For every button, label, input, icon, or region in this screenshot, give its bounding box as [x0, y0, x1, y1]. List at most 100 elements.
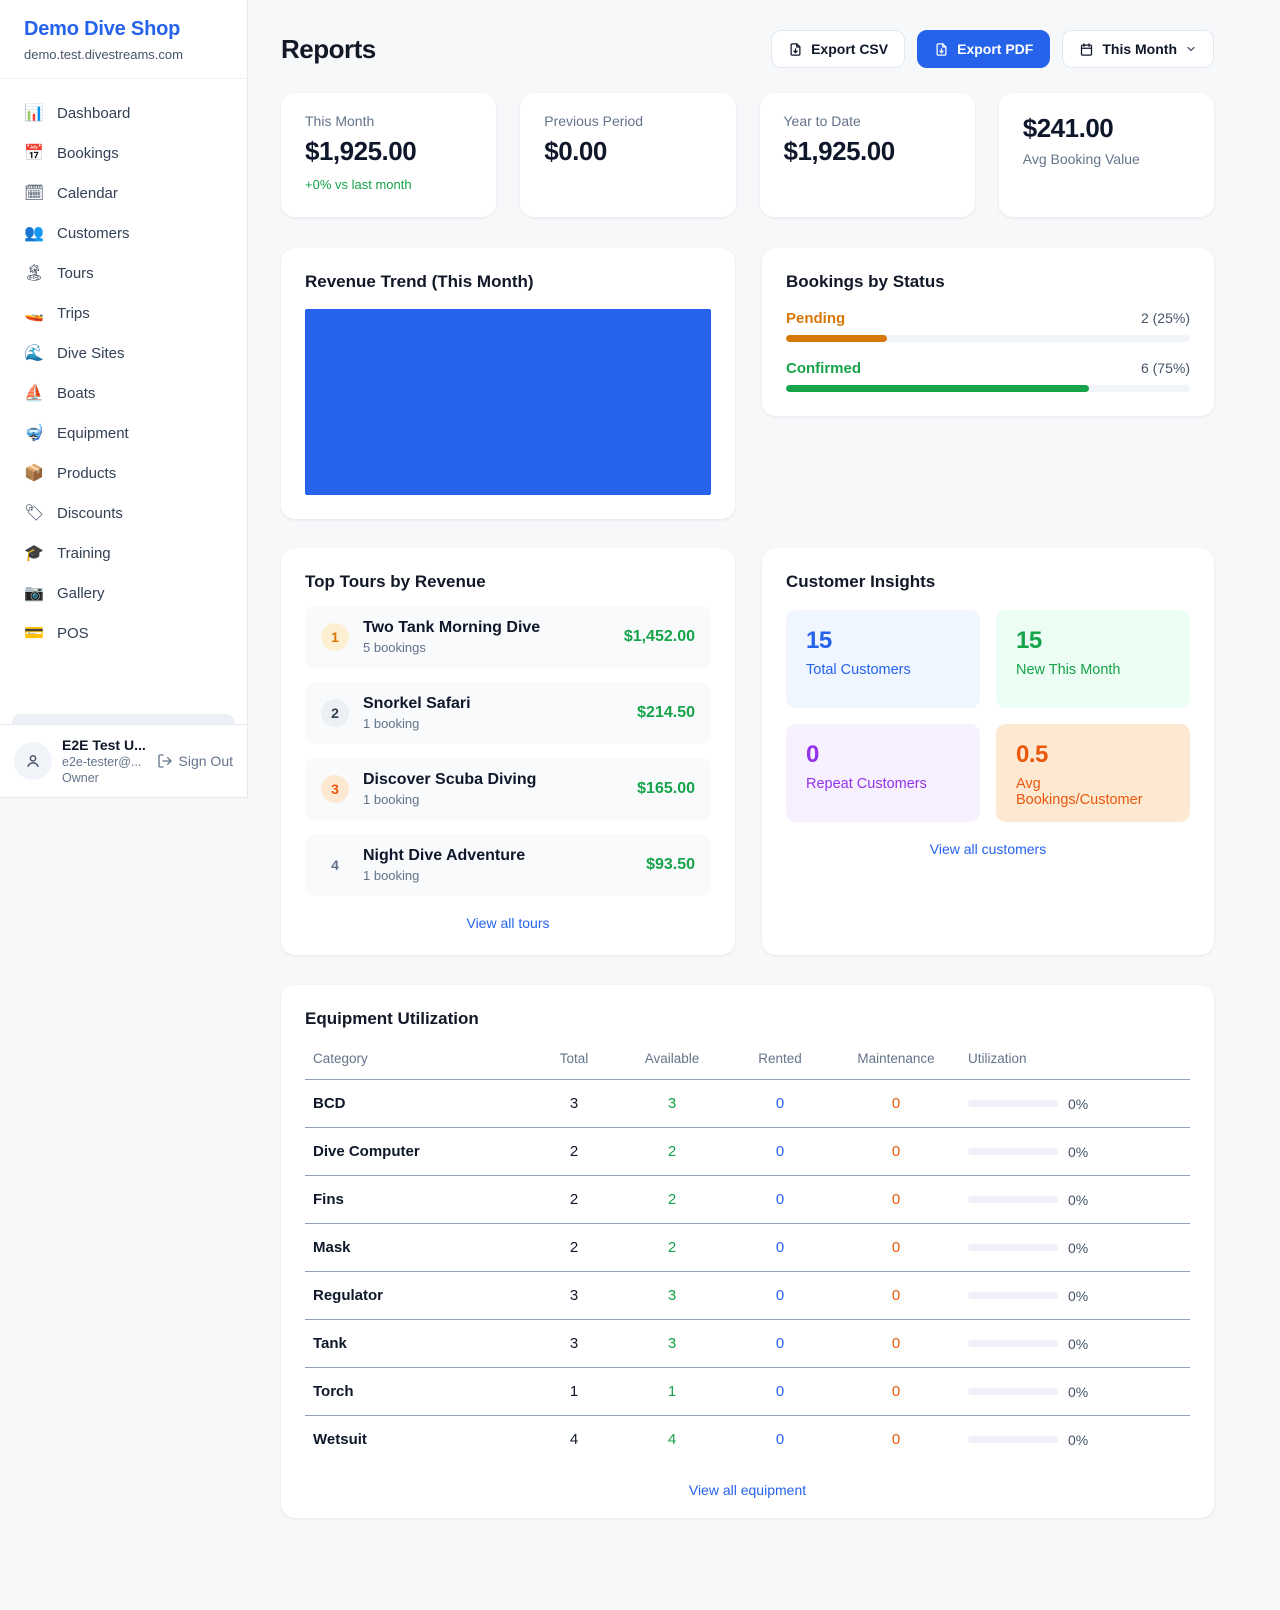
revenue-trend-card: Revenue Trend (This Month): [281, 248, 735, 519]
equipment-table-head: Category Total Available Rented Maintena…: [305, 1041, 1190, 1080]
col-header-rented: Rented: [728, 1041, 832, 1080]
equipment-category: Fins: [305, 1176, 532, 1224]
sidebar-item[interactable]: 👥 Customers: [12, 215, 235, 252]
sidebar-item[interactable]: 💳 POS: [12, 615, 235, 652]
sidebar-item[interactable]: ⛵ Boats: [12, 375, 235, 412]
chevron-down-icon: [1185, 43, 1197, 55]
equipment-category: BCD: [305, 1080, 532, 1128]
sidebar-item[interactable]: 🌊 Dive Sites: [12, 335, 235, 372]
insight-tile: 0 Repeat Customers: [786, 724, 980, 822]
utilization-progress-track: [968, 1148, 1058, 1155]
tour-revenue: $1,452.00: [624, 628, 695, 646]
bookings-by-status-card: Bookings by Status Pending 2 (25%): [762, 248, 1214, 416]
sidebar-item-icon: 📊: [24, 106, 44, 122]
stat-value: $1,925.00: [305, 136, 472, 167]
sidebar-user-panel: E2E Test U... e2e-tester@... Owner Sign …: [0, 724, 247, 797]
sidebar-item-label: Customers: [57, 225, 130, 242]
equipment-category: Wetsuit: [305, 1416, 532, 1464]
equipment-table-row: Tank 3 3 0 0 0%: [305, 1320, 1190, 1368]
page-header: Reports Export CSV Export PDF: [281, 30, 1214, 68]
view-all-equipment-link[interactable]: View all equipment: [305, 1482, 1190, 1498]
tour-info: Night Dive Adventure 1 booking: [363, 847, 632, 883]
tour-list-item[interactable]: 1 Two Tank Morning Dive 5 bookings $1,45…: [305, 606, 711, 668]
equipment-available: 3: [616, 1080, 728, 1128]
export-pdf-button[interactable]: Export PDF: [917, 30, 1050, 68]
sidebar-item-label: Products: [57, 465, 116, 482]
status-progress-track: [786, 335, 1190, 342]
equipment-utilization-cell: 0%: [960, 1320, 1190, 1368]
sidebar-item[interactable]: 🤿 Equipment: [12, 415, 235, 452]
equipment-table-body: BCD 3 3 0 0 0%: [305, 1080, 1190, 1464]
equipment-utilization-card: Equipment Utilization Category Total Ava…: [281, 985, 1214, 1518]
sidebar-item-label: Discounts: [57, 505, 123, 522]
equipment-rented: 0: [728, 1080, 832, 1128]
equipment-maintenance: 0: [832, 1080, 960, 1128]
sidebar-header: Demo Dive Shop demo.test.divestreams.com: [0, 0, 247, 79]
export-csv-label: Export CSV: [811, 41, 888, 57]
tour-revenue: $93.50: [646, 856, 695, 874]
sign-out-button[interactable]: Sign Out: [157, 753, 233, 769]
tour-list-item[interactable]: 2 Snorkel Safari 1 booking $214.50: [305, 682, 711, 744]
top-tours-list: 1 Two Tank Morning Dive 5 bookings $1,45…: [305, 606, 711, 896]
equipment-utilization-cell: 0%: [960, 1368, 1190, 1416]
sign-out-label: Sign Out: [179, 753, 233, 769]
utilization-progress-track: [968, 1100, 1058, 1107]
insight-value: 0: [806, 741, 960, 769]
col-header-maintenance: Maintenance: [832, 1041, 960, 1080]
sidebar-item[interactable]: 📅 Bookings: [12, 135, 235, 172]
tour-list-item[interactable]: 3 Discover Scuba Diving 1 booking $165.0…: [305, 758, 711, 820]
tour-name: Discover Scuba Diving: [363, 771, 623, 789]
user-meta: E2E Test U... e2e-tester@... Owner: [62, 737, 147, 785]
sidebar-item-icon: 🏷: [24, 506, 44, 522]
export-csv-button[interactable]: Export CSV: [771, 30, 905, 68]
sidebar-item-label: Boats: [57, 385, 95, 402]
insight-tile: 0.5 Avg Bookings/Customer: [996, 724, 1190, 822]
equipment-maintenance: 0: [832, 1176, 960, 1224]
sidebar-item-icon: 📦: [24, 466, 44, 482]
period-select[interactable]: This Month: [1062, 30, 1214, 68]
shop-name[interactable]: Demo Dive Shop: [24, 18, 223, 41]
status-progress-fill: [786, 335, 887, 342]
equipment-rented: 0: [728, 1320, 832, 1368]
equipment-total: 2: [532, 1176, 616, 1224]
tour-revenue: $165.00: [637, 780, 695, 798]
equipment-utilization-cell: 0%: [960, 1080, 1190, 1128]
sign-out-icon: [157, 753, 173, 769]
equipment-table: Category Total Available Rented Maintena…: [305, 1041, 1190, 1463]
view-all-tours-link[interactable]: View all tours: [305, 915, 711, 931]
utilization-progress-track: [968, 1292, 1058, 1299]
sidebar-item[interactable]: 🎓 Training: [12, 535, 235, 572]
sidebar-item-label: Equipment: [57, 425, 129, 442]
equipment-category: Dive Computer: [305, 1128, 532, 1176]
user-name: E2E Test U...: [62, 737, 147, 753]
view-all-customers-link[interactable]: View all customers: [786, 841, 1190, 857]
sidebar-item[interactable]: 📦 Products: [12, 455, 235, 492]
equipment-utilization-cell: 0%: [960, 1416, 1190, 1464]
equipment-rented: 0: [728, 1128, 832, 1176]
tour-list-item[interactable]: 4 Night Dive Adventure 1 booking $93.50: [305, 834, 711, 896]
tour-rank-badge: 2: [321, 699, 349, 727]
sidebar-item[interactable]: 📷 Gallery: [12, 575, 235, 612]
charts-row: Revenue Trend (This Month) Bookings by S…: [281, 248, 1214, 519]
sidebar-item[interactable]: 🚤 Trips: [12, 295, 235, 332]
sidebar-item-label: Gallery: [57, 585, 105, 602]
equipment-table-row: Wetsuit 4 4 0 0 0%: [305, 1416, 1190, 1464]
status-count: 2 (25%): [1141, 310, 1190, 326]
stat-card-previous-period: Previous Period $0.00: [520, 93, 735, 217]
sidebar-item[interactable]: 🏝 Tours: [12, 255, 235, 292]
equipment-total: 2: [532, 1224, 616, 1272]
sidebar-item[interactable]: 🗓 Calendar: [12, 175, 235, 212]
insight-value: 0.5: [1016, 741, 1170, 769]
equipment-rented: 0: [728, 1272, 832, 1320]
equipment-available: 2: [616, 1128, 728, 1176]
equipment-available: 3: [616, 1320, 728, 1368]
sidebar-item-icon: 🚤: [24, 306, 44, 322]
stat-card-year-to-date: Year to Date $1,925.00: [760, 93, 975, 217]
sidebar-item-active-partial[interactable]: [12, 714, 235, 724]
equipment-available: 3: [616, 1272, 728, 1320]
insight-value: 15: [1016, 627, 1170, 655]
sidebar-item[interactable]: 📊 Dashboard: [12, 95, 235, 132]
sidebar-item-icon: 🏝: [24, 266, 44, 282]
sidebar-item[interactable]: 🏷 Discounts: [12, 495, 235, 532]
equipment-available: 1: [616, 1368, 728, 1416]
